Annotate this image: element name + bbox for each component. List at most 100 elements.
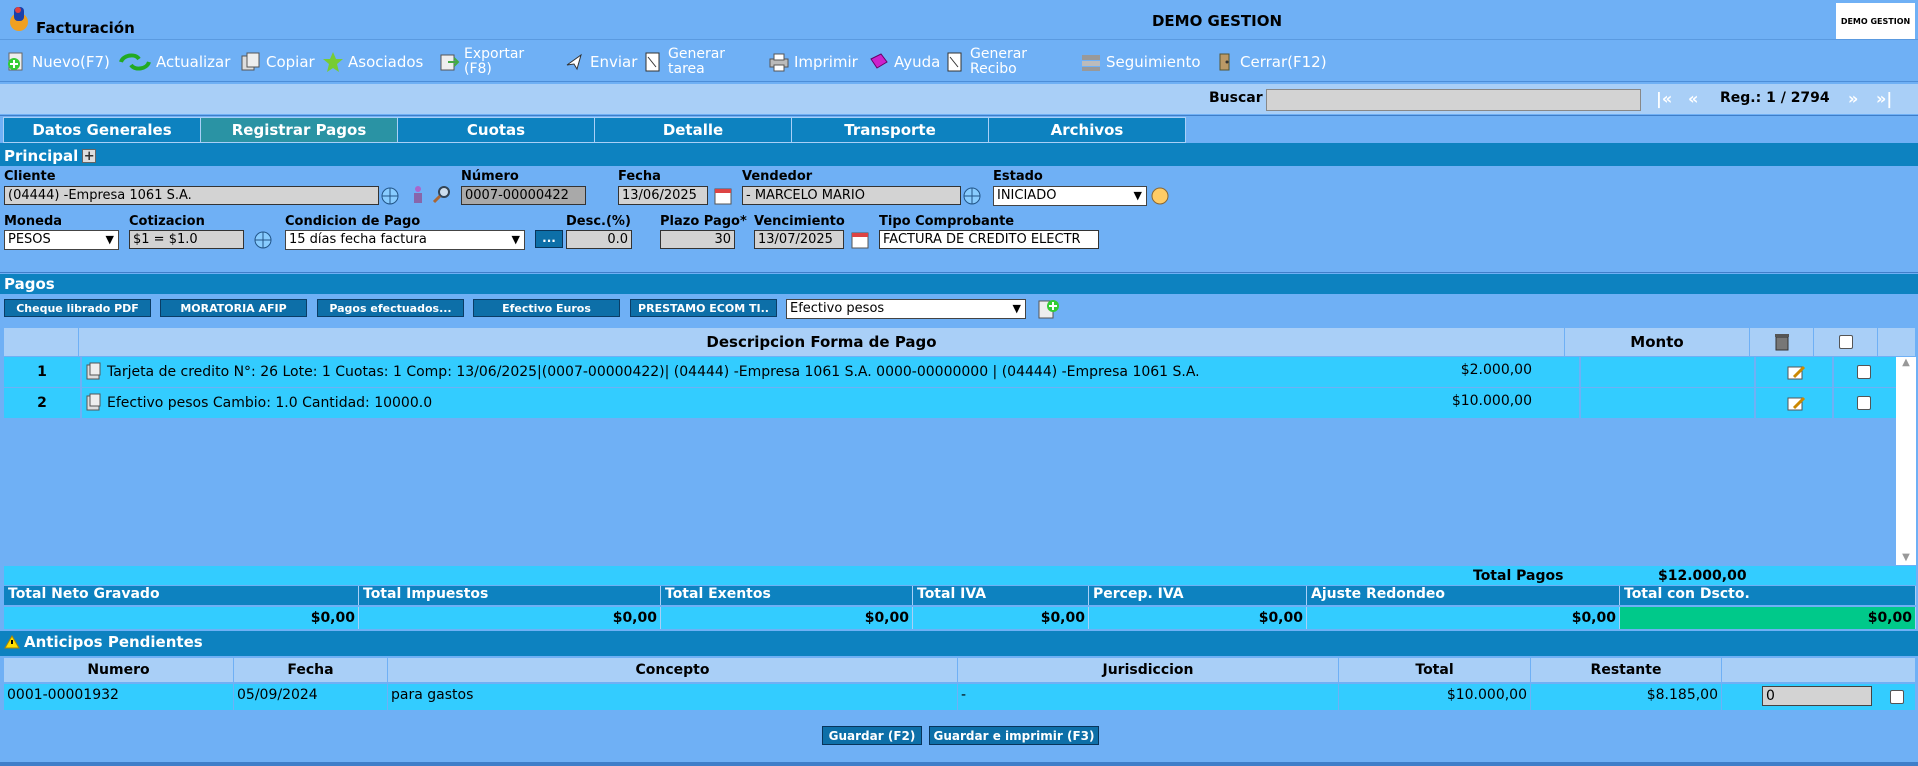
calendar-icon[interactable] <box>713 186 733 206</box>
payment-type-icon <box>86 362 101 380</box>
tab-archivos[interactable]: Archivos <box>988 117 1186 143</box>
cerrar-button[interactable]: Cerrar(F12) <box>1214 42 1327 82</box>
first-record-link[interactable]: |« <box>1656 89 1672 108</box>
tab-datos-generales[interactable]: Datos Generales <box>3 117 201 143</box>
desc-field[interactable]: 0.0 <box>566 230 632 249</box>
plazo-label: Plazo Pago* <box>660 214 747 229</box>
select-all-checkbox[interactable] <box>1838 335 1853 349</box>
help-book-icon <box>870 53 888 69</box>
add-payment-icon[interactable] <box>1036 298 1060 322</box>
edit-icon[interactable] <box>1786 394 1806 414</box>
last-record-link[interactable]: »| <box>1876 89 1892 108</box>
enviar-button[interactable]: Enviar <box>564 42 637 82</box>
desc-label: Desc.(%) <box>566 214 631 229</box>
plazo-field[interactable]: 30 <box>660 230 735 249</box>
trash-icon[interactable] <box>1772 332 1792 352</box>
record-counter: Reg.: 1 / 2794 <box>1720 90 1830 106</box>
numero-label: Número <box>461 169 519 184</box>
next-record-link[interactable]: » <box>1848 89 1858 108</box>
imprimir-button[interactable]: Imprimir <box>768 42 858 82</box>
payment-row: 2 Efectivo pesos Cambio: 1.0 Cantidad: 1… <box>4 388 1896 418</box>
total-impuestos-header: Total Impuestos <box>359 586 661 605</box>
prestamo-ecom-button[interactable]: PRESTAMO ECOM TI.. <box>630 299 777 317</box>
tab-transporte[interactable]: Transporte <box>791 117 989 143</box>
chevron-down-icon: ▼ <box>1012 302 1021 315</box>
chevron-down-icon: ▼ <box>511 233 520 246</box>
calendar-icon[interactable] <box>850 230 870 250</box>
guardar-button[interactable]: Guardar (F2) <box>822 726 922 745</box>
moneda-label: Moneda <box>4 214 63 229</box>
search-label: Buscar <box>1209 90 1263 106</box>
estado-label: Estado <box>993 169 1043 184</box>
generar-tarea-button[interactable]: Generar tarea <box>642 42 725 82</box>
search-magnifier-icon[interactable] <box>432 184 452 204</box>
refresh-icon <box>119 53 151 71</box>
row-checkbox[interactable] <box>1857 396 1871 410</box>
total-neto-gravado-value: $0,00 <box>4 607 359 629</box>
anticipo-amount-input[interactable]: 0 <box>1762 686 1872 706</box>
table-scrollbar[interactable]: ▲ ▼ <box>1896 357 1916 565</box>
app-title: Facturación <box>36 19 135 37</box>
exportar-button[interactable]: Exportar (F8) <box>438 42 524 82</box>
chevron-down-icon: ▼ <box>105 233 114 246</box>
condicion-more-button[interactable]: ... <box>535 230 563 248</box>
vendedor-field[interactable]: - MARCELO MARIO <box>742 186 961 205</box>
nuevo-button[interactable]: Nuevo(F7) <box>6 42 110 82</box>
moratoria-afip-button[interactable]: MORATORIA AFIP <box>160 299 307 317</box>
search-input[interactable] <box>1266 89 1641 111</box>
prev-record-link[interactable]: « <box>1688 89 1698 108</box>
tab-cuotas[interactable]: Cuotas <box>397 117 595 143</box>
ayuda-button[interactable]: Ayuda <box>868 42 940 82</box>
copiar-button[interactable]: Copiar <box>240 42 315 82</box>
cheque-librado-button[interactable]: Cheque librado PDF <box>4 299 151 317</box>
fecha-field[interactable]: 13/06/2025 <box>618 186 708 205</box>
anticipos-total-header: Total <box>1339 658 1531 682</box>
app-header <box>0 0 1918 40</box>
globe-icon[interactable] <box>380 186 400 206</box>
guardar-imprimir-button[interactable]: Guardar e imprimir (F3) <box>929 726 1099 745</box>
send-icon <box>566 53 582 71</box>
seguimiento-button[interactable]: Seguimiento <box>1080 42 1201 82</box>
anticipo-concepto: para gastos <box>388 684 958 710</box>
anticipo-checkbox[interactable] <box>1890 690 1904 704</box>
asociados-button[interactable]: Asociados <box>322 42 423 82</box>
user-icon[interactable] <box>408 184 428 204</box>
forma-pago-select[interactable]: Efectivo pesos ▼ <box>786 299 1026 319</box>
scroll-up-icon[interactable]: ▲ <box>1896 357 1916 368</box>
status-globe-icon[interactable] <box>1150 186 1170 206</box>
edit-icon[interactable] <box>1786 363 1806 383</box>
payment-amount: $2.000,00 <box>1460 362 1532 378</box>
globe-icon[interactable] <box>962 186 982 206</box>
divider <box>1579 357 1581 387</box>
cotizacion-field[interactable]: $1 = $1.0 <box>129 230 244 249</box>
condicion-select[interactable]: 15 días fecha factura ▼ <box>285 230 525 250</box>
associated-icon <box>323 52 343 72</box>
row-checkbox[interactable] <box>1857 365 1871 379</box>
globe-icon[interactable] <box>253 230 273 250</box>
divider <box>80 388 82 418</box>
printer-icon <box>769 53 789 72</box>
estado-select[interactable]: INICIADO ▼ <box>993 186 1147 206</box>
vencimiento-field[interactable]: 13/07/2025 <box>754 230 844 249</box>
pagos-efectuados-button[interactable]: Pagos efectuados... <box>317 299 464 317</box>
chevron-down-icon: ▼ <box>1133 189 1142 202</box>
task-icon <box>645 52 660 72</box>
anticipos-section-header: Anticipos Pendientes <box>0 631 1918 653</box>
moneda-select[interactable]: PESOS ▼ <box>4 230 119 250</box>
anticipos-fecha-header: Fecha <box>234 658 388 682</box>
total-pagos-label: Total Pagos <box>1473 568 1564 584</box>
total-neto-gravado-header: Total Neto Gravado <box>4 586 359 605</box>
tab-registrar-pagos[interactable]: Registrar Pagos <box>200 117 398 143</box>
efectivo-euros-button[interactable]: Efectivo Euros <box>473 299 620 317</box>
total-iva-header: Total IVA <box>913 586 1089 605</box>
total-exentos-header: Total Exentos <box>661 586 913 605</box>
tab-detalle[interactable]: Detalle <box>594 117 792 143</box>
expand-plus-icon[interactable]: + <box>82 149 97 163</box>
cliente-field[interactable]: (04444) -Empresa 1061 S.A. <box>4 186 379 205</box>
tracking-icon <box>1082 55 1100 71</box>
anticipos-numero-header: Numero <box>4 658 234 682</box>
scroll-down-icon[interactable]: ▼ <box>1896 552 1916 563</box>
close-door-icon <box>1219 53 1230 71</box>
actualizar-button[interactable]: Actualizar <box>118 42 230 82</box>
generar-recibo-button[interactable]: Generar Recibo <box>944 42 1027 82</box>
